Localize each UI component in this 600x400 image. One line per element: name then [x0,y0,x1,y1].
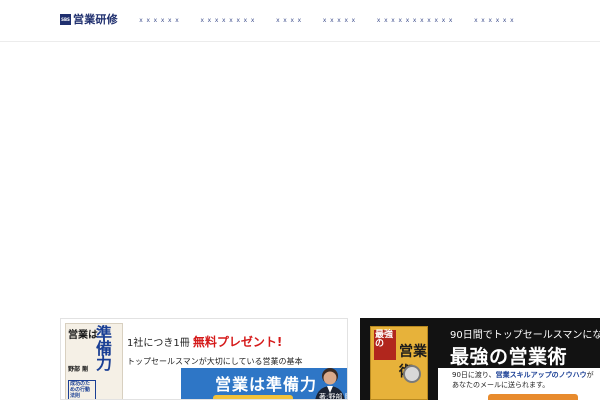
course-headline: 最強の営業術 [450,346,568,368]
course-desc-suffix: が [586,371,594,379]
headline-author: 著:野部 剛 [319,393,347,400]
present-highlight: 無料プレゼント! [192,335,283,349]
course-desc-bold: 営業スキルアップのノウハウ [495,371,587,379]
logo-text: 営業研修 [73,13,118,26]
site-header: SBS 営業研修 ｘｘｘｘｘｘ ｘｘｘｘｘｘｘｘ ｘｘｘｘ ｘｘｘｘｘ ｘｘｘｘ… [0,0,600,42]
book-cover-saikyou: 最強の 営業術 [370,326,428,400]
nav-item-1[interactable]: ｘｘｘｘｘｘ [138,15,181,24]
present-prefix: 1社につき1冊 [127,338,193,349]
book-subtitle: 成功のための行動法則 [68,380,96,399]
present-subline: トップセールスマンが大切にしている営業の基本 [127,357,303,366]
book-title-a: 最強の [375,330,394,349]
present-line: 1社につき1冊 無料プレゼント! [127,333,282,350]
main-nav: ｘｘｘｘｘｘ ｘｘｘｘｘｘｘｘ ｘｘｘｘ ｘｘｘｘｘ ｘｘｘｘｘｘｘｘｘｘｘ ｘ… [138,13,534,25]
email-course-banner[interactable]: 最強の 営業術 90日間でトップセールスマンになれる 最強の営業術 90日に渡り… [360,318,600,400]
book-author: 野部 剛 [68,366,89,373]
site-logo[interactable]: SBS 営業研修 [60,12,118,26]
book-title-b: 準備力 [96,324,113,373]
headline-text: 営業は準備力 [215,375,318,394]
course-desc-1: 90日に渡り、営業スキルアップのノウハウが [452,370,594,380]
watch-icon [403,365,421,383]
nav-item-5[interactable]: ｘｘｘｘｘｘｘｘｘｘｘ [376,15,455,24]
nav-item-6[interactable]: ｘｘｘｘｘｘ [473,15,516,24]
course-tagline: 90日間でトップセールスマンになれる [450,330,600,341]
nav-item-3[interactable]: ｘｘｘｘ [275,15,304,24]
logo-badge: SBS [60,13,71,25]
nav-item-2[interactable]: ｘｘｘｘｘｘｘｘ [199,15,257,24]
book-cover-junbiryoku: 営業は 準備力 野部 剛 成功のための行動法則 [65,323,123,399]
course-desc-prefix: 90日に渡り、 [452,371,496,379]
cta-strip[interactable] [488,394,578,400]
cta-strip[interactable] [213,395,293,399]
book-title-a: 営業は [68,330,98,341]
nav-item-4[interactable]: ｘｘｘｘｘ [322,15,358,24]
course-desc-2: あなたのメールに送られます。 [452,381,550,389]
book-present-banner[interactable]: 営業は 準備力 野部 剛 成功のための行動法則 1社につき1冊 無料プレゼント!… [60,318,348,400]
